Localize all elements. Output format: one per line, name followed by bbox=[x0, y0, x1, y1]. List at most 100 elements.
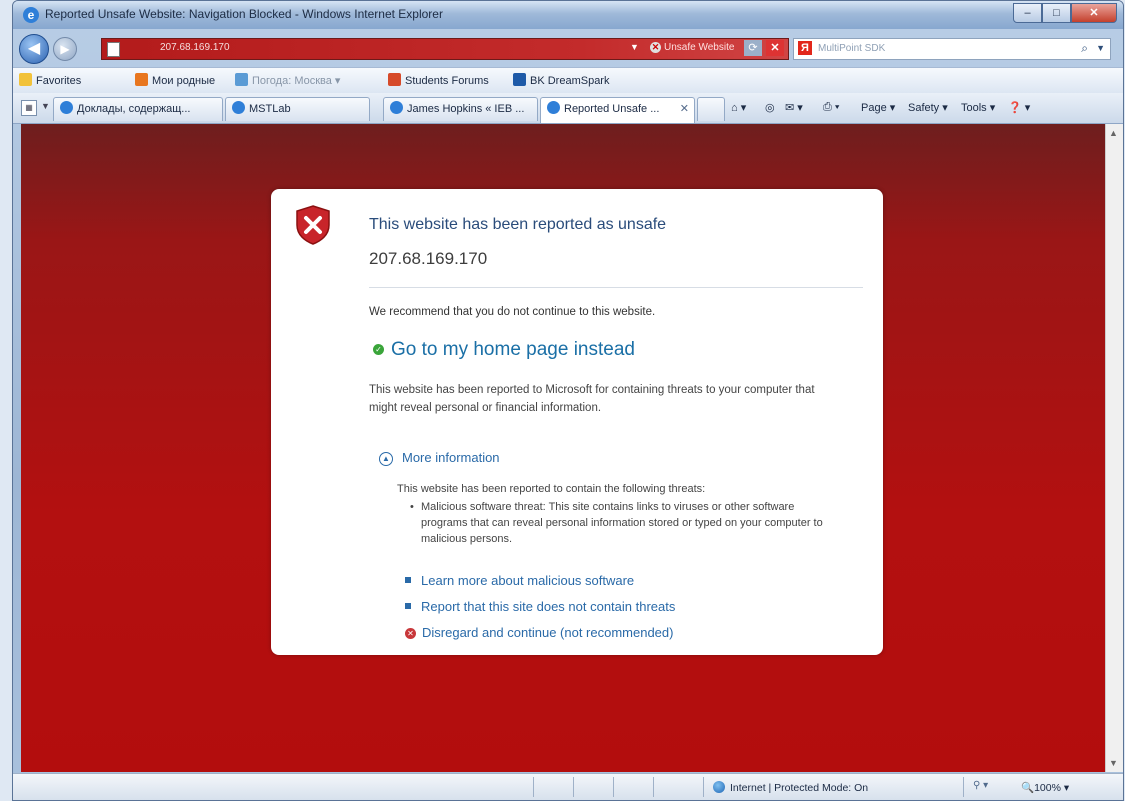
search-placeholder[interactable]: MultiPoint SDK bbox=[818, 43, 885, 54]
home-page-link-label: Go to my home page instead bbox=[391, 339, 635, 360]
close-button[interactable]: ✕ bbox=[1071, 3, 1117, 23]
yandex-icon: Я bbox=[798, 41, 812, 55]
new-tab-button[interactable] bbox=[697, 97, 725, 121]
page-icon bbox=[107, 42, 120, 57]
ie-page-icon bbox=[547, 101, 560, 114]
title-bar[interactable]: e Reported Unsafe Website: Navigation Bl… bbox=[13, 1, 1123, 29]
refresh-icon[interactable]: ⟳ bbox=[744, 40, 762, 56]
scroll-down-icon[interactable]: ▼ bbox=[1109, 758, 1118, 768]
link-bullet-icon bbox=[405, 577, 411, 583]
warning-card: This website has been reported as unsafe… bbox=[271, 189, 883, 655]
home-icon[interactable]: ⌂ ▾ bbox=[731, 101, 746, 114]
fav-item-2[interactable]: Students Forums bbox=[388, 73, 489, 87]
tab-list-dropdown-icon[interactable]: ▼ bbox=[41, 101, 50, 111]
scroll-up-icon[interactable]: ▲ bbox=[1109, 128, 1118, 138]
security-zone-label: Internet | Protected Mode: On bbox=[730, 782, 869, 794]
red-shield-icon bbox=[296, 205, 330, 245]
favorites-label: Favorites bbox=[36, 75, 82, 87]
threat-item: • Malicious software threat: This site co… bbox=[410, 499, 841, 547]
maximize-button[interactable]: □ bbox=[1042, 3, 1071, 23]
address-row: ◀ ▶ 207.68.169.170 ▼ ✕ Unsafe Website ⟳ ✕… bbox=[13, 31, 1123, 65]
collapse-icon: ▲ bbox=[379, 452, 393, 466]
learn-more-label: Learn more about malicious software bbox=[421, 573, 635, 588]
ie-page-icon bbox=[60, 101, 73, 114]
status-separator bbox=[613, 777, 614, 797]
weather-icon bbox=[235, 73, 248, 86]
search-dropdown-icon[interactable]: ▼ bbox=[1096, 43, 1105, 53]
page-content: This website has been reported as unsafe… bbox=[21, 124, 1105, 772]
status-separator bbox=[573, 777, 574, 797]
tab-2[interactable]: James Hopkins « IEB ... bbox=[383, 97, 538, 121]
blocked-ip: 207.68.169.170 bbox=[369, 249, 488, 268]
unsafe-website-badge[interactable]: ✕ Unsafe Website bbox=[650, 42, 734, 53]
tools-menu[interactable]: Tools ▾ bbox=[961, 101, 995, 114]
ie-page-icon bbox=[390, 101, 403, 114]
forum-icon bbox=[388, 73, 401, 86]
back-button[interactable]: ◀ bbox=[19, 34, 49, 64]
safety-menu[interactable]: Safety ▾ bbox=[908, 101, 948, 114]
more-information-label: More information bbox=[402, 450, 500, 465]
fav-label: Погода: Москва bbox=[252, 75, 332, 87]
favorites-button[interactable]: Favorites bbox=[19, 73, 81, 87]
more-information-toggle[interactable]: ▲ More information bbox=[379, 450, 500, 466]
fav-item-0[interactable]: Мои родные bbox=[135, 73, 215, 87]
close-tab-icon[interactable]: ✕ bbox=[680, 98, 689, 120]
learn-more-link[interactable]: Learn more about malicious software bbox=[405, 573, 634, 588]
tools-menu-label: Tools bbox=[961, 102, 987, 114]
window-title: Reported Unsafe Website: Navigation Bloc… bbox=[45, 7, 443, 21]
tab-0[interactable]: Доклады, содержащ... bbox=[53, 97, 223, 121]
fav-item-1[interactable]: Погода: Москва ▾ bbox=[235, 73, 340, 87]
stop-icon[interactable]: ✕ bbox=[766, 40, 784, 56]
home-page-link[interactable]: ✓ Go to my home page instead bbox=[373, 339, 635, 361]
minimize-button[interactable]: – bbox=[1013, 3, 1042, 23]
zoom-level[interactable]: 🔍100% ▾ bbox=[1021, 781, 1069, 794]
report-safe-link[interactable]: Report that this site does not contain t… bbox=[405, 599, 675, 614]
search-icon[interactable]: ⌕ bbox=[1081, 41, 1088, 56]
status-separator bbox=[533, 777, 534, 797]
quick-tabs-icon[interactable]: ▦ bbox=[21, 100, 37, 116]
help-icon[interactable]: ❓ ▾ bbox=[1008, 101, 1030, 114]
address-dropdown-icon[interactable]: ▼ bbox=[630, 42, 639, 52]
status-separator bbox=[703, 777, 704, 797]
security-zone[interactable]: Internet | Protected Mode: On bbox=[713, 781, 868, 794]
ie-window: e Reported Unsafe Website: Navigation Bl… bbox=[12, 0, 1124, 801]
address-bar[interactable]: 207.68.169.170 ▼ ✕ Unsafe Website ⟳ ✕ bbox=[101, 38, 789, 60]
feeds-icon[interactable]: ◎ bbox=[765, 101, 775, 114]
tab-label: James Hopkins « IEB ... bbox=[407, 103, 525, 115]
vertical-scrollbar[interactable]: ▲ ▼ bbox=[1105, 124, 1123, 772]
threat-description: This website has been reported to Micros… bbox=[369, 384, 815, 414]
favorites-bar: Favorites Мои родные Погода: Москва ▾ St… bbox=[13, 67, 1123, 94]
globe-icon bbox=[713, 781, 725, 793]
bullet-icon: • bbox=[410, 501, 414, 513]
tab-label: MSTLab bbox=[249, 103, 291, 115]
page-menu[interactable]: Page ▾ bbox=[861, 101, 895, 114]
tab-3[interactable]: Reported Unsafe ... ✕ bbox=[540, 97, 695, 123]
tab-bar: ▦ ▼ Доклады, содержащ... MSTLab James Ho… bbox=[13, 93, 1123, 124]
home-icon bbox=[135, 73, 148, 86]
red-shield-small-icon: ✕ bbox=[405, 628, 416, 639]
page-menu-label: Page bbox=[861, 102, 887, 114]
divider bbox=[369, 287, 863, 288]
ie-page-icon bbox=[232, 101, 245, 114]
ie-logo-icon: e bbox=[23, 7, 39, 23]
link-bullet-icon bbox=[405, 603, 411, 609]
security-settings-icon[interactable]: ⚲ ▾ bbox=[973, 780, 988, 791]
print-icon[interactable]: ⎙ ▾ bbox=[823, 101, 839, 114]
safety-menu-label: Safety bbox=[908, 102, 940, 114]
fav-label: Мои родные bbox=[152, 75, 216, 87]
fav-item-3[interactable]: BK DreamSpark bbox=[513, 73, 609, 87]
tab-1[interactable]: MSTLab bbox=[225, 97, 370, 121]
status-bar: Internet | Protected Mode: On ⚲ ▾ 🔍100% … bbox=[13, 773, 1123, 800]
search-box[interactable]: Я MultiPoint SDK ⌕ ▼ bbox=[793, 38, 1111, 60]
read-mail-icon[interactable]: ✉ ▾ bbox=[785, 101, 803, 114]
zoom-label: 100% bbox=[1034, 782, 1061, 794]
window-controls: – □ ✕ bbox=[1013, 3, 1117, 23]
tab-label: Доклады, содержащ... bbox=[77, 103, 191, 115]
disregard-continue-link[interactable]: ✕ Disregard and continue (not recommended… bbox=[405, 625, 673, 640]
unsafe-shield-icon: ✕ bbox=[650, 42, 661, 53]
report-safe-label: Report that this site does not contain t… bbox=[421, 599, 676, 614]
fav-label: BK DreamSpark bbox=[530, 75, 610, 87]
forward-button[interactable]: ▶ bbox=[53, 37, 77, 61]
address-url[interactable]: 207.68.169.170 bbox=[160, 42, 230, 53]
threats-intro: This website has been reported to contai… bbox=[397, 483, 706, 495]
